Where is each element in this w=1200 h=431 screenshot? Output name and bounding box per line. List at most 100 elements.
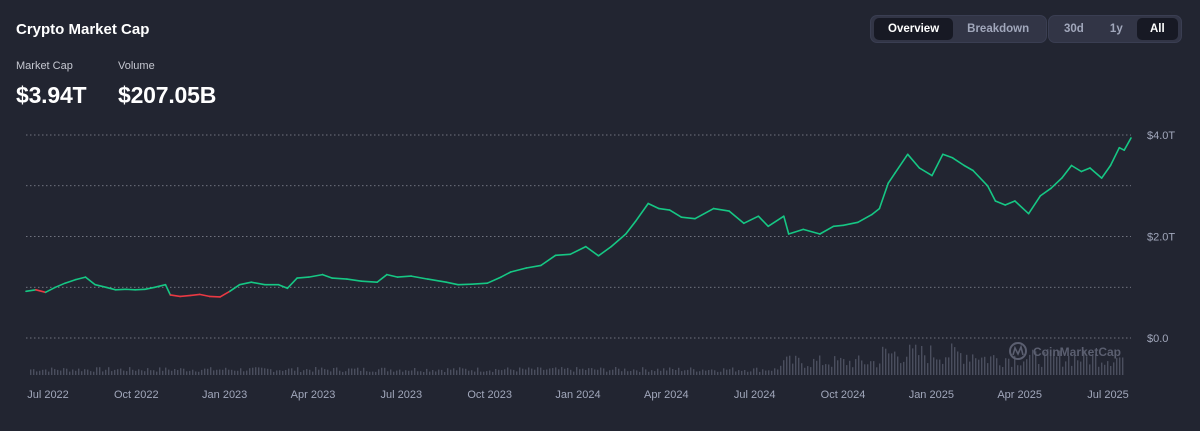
- volume-bar: [1071, 365, 1073, 375]
- volume-bar: [633, 369, 635, 375]
- volume-bar: [648, 371, 650, 375]
- volume-bar: [603, 368, 605, 375]
- volume-bar: [1017, 365, 1019, 375]
- line-segment: [410, 275, 429, 280]
- volume-bar: [543, 369, 545, 375]
- volume-bar: [690, 367, 692, 375]
- volume-bar: [174, 369, 176, 375]
- volume-bar: [492, 371, 494, 375]
- volume-bar: [1038, 364, 1040, 375]
- line-segment: [742, 215, 760, 225]
- volume-bar: [993, 355, 995, 375]
- line-segment: [500, 271, 512, 278]
- volume-bar: [483, 371, 485, 375]
- volume-bar: [660, 370, 662, 375]
- volume-bar: [771, 370, 773, 375]
- volume-bar: [480, 371, 482, 375]
- volume-bar: [873, 361, 875, 375]
- volume-bar: [681, 371, 683, 375]
- volume-bar: [954, 347, 956, 375]
- volume-bar: [192, 369, 194, 375]
- volume-bar: [444, 372, 446, 375]
- volume-bar: [87, 369, 89, 375]
- line-segment: [208, 295, 221, 298]
- volume-bar: [720, 371, 722, 375]
- volume-bar: [903, 361, 905, 375]
- volume-bar: [36, 371, 38, 375]
- x-tick-label: Oct 2023: [467, 389, 512, 401]
- volume-bar: [1056, 356, 1058, 375]
- volume-bar: [108, 367, 110, 375]
- volume-bar: [129, 367, 131, 375]
- volume-bar: [804, 367, 806, 375]
- line-segment: [153, 283, 167, 289]
- volume-bar: [747, 371, 749, 375]
- volume-bar: [138, 369, 140, 375]
- line-segment: [597, 245, 613, 257]
- x-axis-labels: Jul 2022 Oct 2022 Jan 2023 Apr 2023 Jul 2023…: [27, 389, 1129, 401]
- line-segment: [1050, 177, 1063, 190]
- volume-bar: [201, 369, 203, 375]
- volume-bar: [705, 370, 707, 375]
- line-segment: [445, 281, 459, 286]
- volume-bar: [69, 371, 71, 375]
- volume-bar: [825, 364, 827, 375]
- volume-bar: [981, 357, 983, 375]
- volume-bar: [78, 368, 80, 375]
- volume-bar: [366, 371, 368, 375]
- line-segment: [238, 281, 253, 286]
- volume-bar: [333, 368, 335, 375]
- volume-bar: [774, 368, 776, 375]
- line-segment: [198, 293, 211, 298]
- line-segment: [321, 273, 334, 279]
- volume-bar: [828, 364, 830, 375]
- x-tick-label: Oct 2022: [114, 389, 159, 401]
- line-segment: [64, 278, 77, 285]
- volume-bar: [435, 371, 437, 375]
- volume-bar: [393, 371, 395, 375]
- volume-bar: [273, 371, 275, 375]
- volume-bar: [582, 368, 584, 375]
- volume-bar: [714, 370, 716, 375]
- volume-bar: [510, 369, 512, 375]
- volume-bar: [1065, 361, 1067, 375]
- volume-bar: [630, 371, 632, 375]
- volume-bar: [60, 370, 62, 375]
- volume-bar: [120, 368, 122, 375]
- x-tick-label: Jul 2022: [27, 389, 69, 401]
- line-segment: [624, 220, 637, 235]
- volume-bar: [102, 371, 104, 375]
- line-segment: [105, 286, 117, 291]
- volume-bar: [1113, 362, 1115, 375]
- line-segment: [134, 288, 146, 291]
- volume-bar: [261, 367, 263, 375]
- volume-bar: [309, 369, 311, 375]
- line-segment: [540, 254, 557, 267]
- volume-bar: [744, 370, 746, 375]
- volume-bar: [438, 369, 440, 375]
- volume-bar: [357, 367, 359, 375]
- watermark: CoinMarketCap: [1009, 342, 1121, 360]
- volume-bar: [522, 368, 524, 375]
- volume-bar: [750, 371, 752, 375]
- volume-bar: [537, 367, 539, 375]
- line-segment: [972, 169, 989, 187]
- line-segment: [941, 153, 954, 159]
- volume-bar: [987, 363, 989, 375]
- volume-bar: [1005, 358, 1007, 375]
- x-tick-label: Jul 2023: [381, 389, 423, 401]
- volume-bar: [819, 355, 821, 375]
- volume-bar: [876, 367, 878, 375]
- volume-bar: [606, 371, 608, 375]
- volume-bar: [486, 371, 488, 375]
- line-segment: [1027, 195, 1042, 215]
- volume-bar: [966, 354, 968, 375]
- volume-bar: [1116, 358, 1118, 375]
- volume-bar: [54, 369, 56, 375]
- volume-bar: [891, 353, 893, 375]
- x-tick-label: Jan 2023: [202, 389, 247, 401]
- line-segment: [360, 280, 378, 284]
- volume-bar: [351, 368, 353, 375]
- volume-bar: [921, 346, 923, 375]
- volume-bar: [528, 367, 530, 375]
